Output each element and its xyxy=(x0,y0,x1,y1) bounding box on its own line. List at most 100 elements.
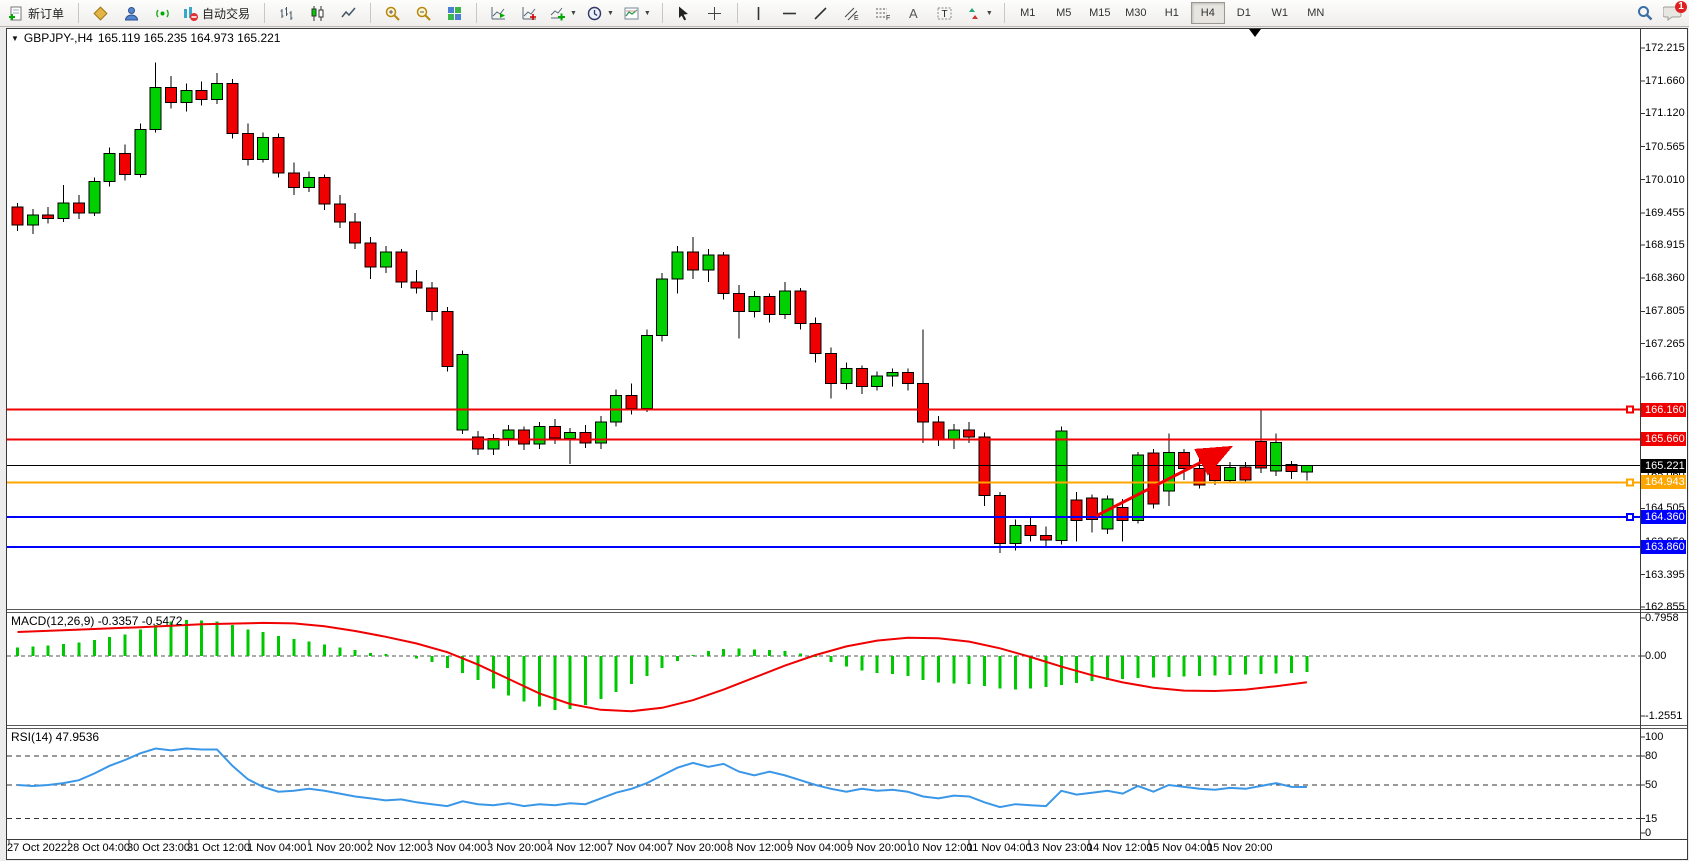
cursor-icon xyxy=(675,5,692,22)
svg-text:A: A xyxy=(909,6,918,21)
time-tick-label: 4 Nov 12:00 xyxy=(547,842,606,854)
timeframe-button-m15[interactable]: M15 xyxy=(1083,2,1117,24)
bar-chart-button[interactable] xyxy=(271,1,301,25)
time-tick-label: 3 Nov 04:00 xyxy=(427,842,486,854)
community-button[interactable] xyxy=(116,1,146,25)
macd-pane[interactable] xyxy=(7,613,1640,725)
text-icon: A xyxy=(905,5,922,22)
new-order-button[interactable]: 新订单 xyxy=(4,1,71,25)
timeframe-button-d1[interactable]: D1 xyxy=(1227,2,1261,24)
macd-indicator-label: MACD(12,26,9) -0.3357 -0.5472 xyxy=(11,614,182,628)
symbol-ohlc-header: ▼ GBPJPY-,H4 165.119 165.235 164.973 165… xyxy=(11,31,280,45)
equidistant-channel-tool-button[interactable]: E xyxy=(837,1,867,25)
new-order-label: 新订单 xyxy=(28,5,64,22)
trendline-icon xyxy=(812,5,829,22)
trendline-tool-button[interactable] xyxy=(806,1,836,25)
timeframe-button-h4[interactable]: H4 xyxy=(1191,2,1225,24)
tile-windows-button[interactable] xyxy=(439,1,469,25)
rsi-indicator-label: RSI(14) 47.9536 xyxy=(11,730,99,744)
macd-tick-label: -1.2551 xyxy=(1645,710,1682,722)
search-button[interactable] xyxy=(1630,1,1660,25)
indicators-dropdown-caret[interactable]: ▼ xyxy=(570,10,577,17)
time-tick-label: 31 Oct 12:00 xyxy=(187,842,250,854)
macd-tick-label: 0.7958 xyxy=(1645,612,1679,624)
time-tick-label: 10 Nov 12:00 xyxy=(907,842,972,854)
time-tick-label: 2 Nov 12:00 xyxy=(367,842,426,854)
time-tick-label: 1 Nov 04:00 xyxy=(247,842,306,854)
auto-trading-button[interactable]: 自动交易 xyxy=(178,1,257,25)
templates-button[interactable]: ▼ xyxy=(619,1,655,25)
chart-window: ▼ GBPJPY-,H4 165.119 165.235 164.973 165… xyxy=(6,28,1688,860)
timeframe-button-mn[interactable]: MN xyxy=(1299,2,1333,24)
price-tick-label: 168.360 xyxy=(1645,272,1685,284)
new-order-icon xyxy=(8,5,25,22)
indicators-button[interactable]: ▼ xyxy=(545,1,581,25)
arrows-dropdown-caret[interactable]: ▼ xyxy=(986,10,993,17)
time-tick-label: 14 Nov 12:00 xyxy=(1087,842,1152,854)
one-click-trading-arrow[interactable]: ▼ xyxy=(11,34,19,43)
pane-divider-macd[interactable] xyxy=(7,609,1687,613)
templates-icon xyxy=(623,5,640,22)
crosshair-tool-button[interactable] xyxy=(700,1,730,25)
price-tick-label: 168.915 xyxy=(1645,239,1685,251)
cursor-tool-button[interactable] xyxy=(669,1,699,25)
price-level-label[interactable]: 164.943 xyxy=(1641,475,1686,489)
bar-chart-icon xyxy=(278,5,295,22)
line-chart-button[interactable] xyxy=(333,1,363,25)
price-level-label[interactable]: 164.360 xyxy=(1641,510,1686,524)
timeframe-button-m5[interactable]: M5 xyxy=(1047,2,1081,24)
channel-icon: E xyxy=(843,5,860,22)
price-tick-label: 169.455 xyxy=(1645,207,1685,219)
time-tick-label: 27 Oct 2022 xyxy=(7,842,67,854)
price-tick-label: 171.660 xyxy=(1645,75,1685,87)
time-tick-label: 9 Nov 20:00 xyxy=(847,842,906,854)
new-chart-button[interactable] xyxy=(483,1,513,25)
market-button[interactable] xyxy=(85,1,115,25)
horizontal-line-tool-button[interactable] xyxy=(775,1,805,25)
timeframe-button-m30[interactable]: M30 xyxy=(1119,2,1153,24)
periods-button[interactable]: ▼ xyxy=(582,1,618,25)
timeframe-button-h1[interactable]: H1 xyxy=(1155,2,1189,24)
chart-profile-icon xyxy=(521,5,538,22)
timeframe-button-w1[interactable]: W1 xyxy=(1263,2,1297,24)
zoom-out-button[interactable] xyxy=(408,1,438,25)
tile-windows-icon xyxy=(446,5,463,22)
time-axis[interactable]: 27 Oct 202228 Oct 04:0030 Oct 23:0031 Oc… xyxy=(7,841,1640,859)
rsi-pane[interactable] xyxy=(7,729,1640,839)
rsi-tick-label: 80 xyxy=(1645,750,1657,762)
time-tick-label: 13 Nov 23:00 xyxy=(1027,842,1092,854)
timeframe-button-m1[interactable]: M1 xyxy=(1011,2,1045,24)
signal-icon xyxy=(154,5,171,22)
time-tick-label: 1 Nov 20:00 xyxy=(307,842,366,854)
fibonacci-tool-button[interactable]: F xyxy=(868,1,898,25)
periods-dropdown-caret[interactable]: ▼ xyxy=(607,10,614,17)
chat-button[interactable]: 1 xyxy=(1661,2,1685,24)
svg-text:T: T xyxy=(942,9,948,20)
candlestick-chart-button[interactable] xyxy=(302,1,332,25)
chart-shift-marker[interactable] xyxy=(1249,29,1261,37)
signals-button[interactable] xyxy=(147,1,177,25)
text-label-tool-button[interactable]: T xyxy=(930,1,960,25)
zoom-out-icon xyxy=(415,5,432,22)
main-toolbar: 新订单 自动交易 ▼ ▼ xyxy=(0,0,1689,27)
chart-profile-button[interactable] xyxy=(514,1,544,25)
templates-dropdown-caret[interactable]: ▼ xyxy=(644,10,651,17)
text-tool-button[interactable]: A xyxy=(899,1,929,25)
ohlc-values-label: 165.119 165.235 164.973 165.221 xyxy=(98,31,281,45)
pane-divider-rsi[interactable] xyxy=(7,725,1687,729)
toolbar-separator xyxy=(72,3,79,23)
main-chart-pane[interactable] xyxy=(7,29,1640,609)
vertical-line-tool-button[interactable] xyxy=(744,1,774,25)
text-label-icon: T xyxy=(936,5,953,22)
toolbar-separator xyxy=(470,3,477,23)
rsi-tick-label: 0 xyxy=(1645,827,1651,839)
price-tick-label: 171.120 xyxy=(1645,107,1685,119)
price-level-label[interactable]: 163.860 xyxy=(1641,540,1686,554)
arrows-tool-button[interactable]: ▼ xyxy=(961,1,997,25)
zoom-in-button[interactable] xyxy=(377,1,407,25)
price-axis[interactable]: 172.215171.660171.120170.565170.010169.4… xyxy=(1641,29,1687,839)
price-level-label[interactable]: 165.660 xyxy=(1641,432,1686,446)
person-icon xyxy=(123,5,140,22)
price-level-label[interactable]: 166.160 xyxy=(1641,403,1686,417)
svg-text:F: F xyxy=(886,15,890,22)
